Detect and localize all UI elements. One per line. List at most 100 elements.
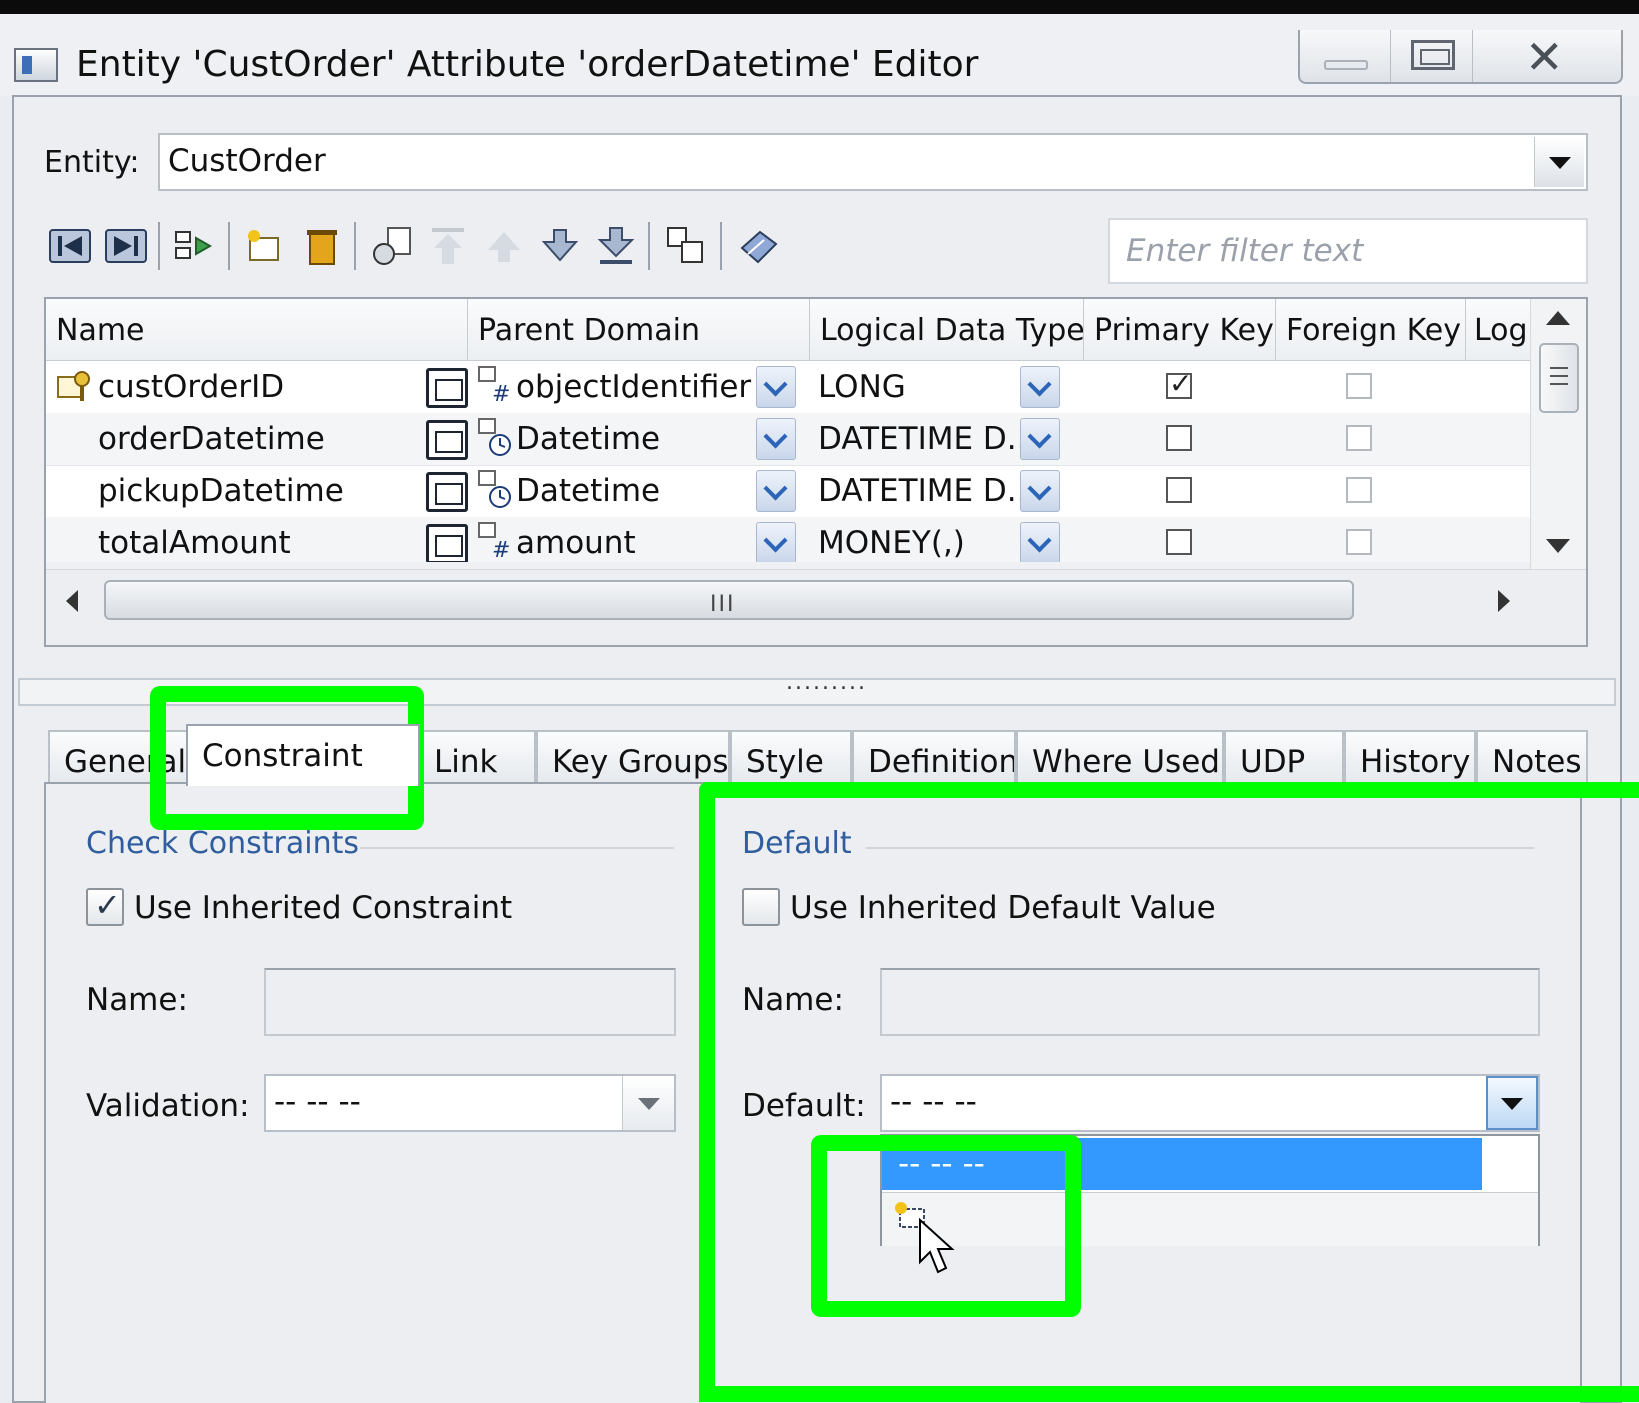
minimize-icon xyxy=(1324,60,1368,70)
use-inherited-default-label: Use Inherited Default Value xyxy=(790,890,1216,926)
tab-style[interactable]: Style xyxy=(730,730,852,786)
delete-icon[interactable] xyxy=(300,224,344,268)
title-bar: Entity 'CustOrder' Attribute 'orderDatet… xyxy=(0,14,1639,96)
horizontal-scroll-thumb[interactable]: III xyxy=(104,580,1354,620)
type-dropdown-button[interactable] xyxy=(1020,366,1060,408)
chevron-down-icon xyxy=(1027,372,1052,397)
validation-label: Validation: xyxy=(86,1088,250,1124)
entity-dropdown-button[interactable] xyxy=(1534,137,1584,187)
validation-value: -- -- -- xyxy=(274,1084,361,1120)
use-inherited-default-checkbox[interactable] xyxy=(742,888,780,926)
move-up-icon[interactable] xyxy=(482,224,526,268)
foreign-key-checkbox[interactable] xyxy=(1346,425,1372,451)
vertical-scroll-thumb[interactable] xyxy=(1539,343,1579,413)
row-name: orderDatetime xyxy=(98,421,325,457)
foreign-key-checkbox[interactable] xyxy=(1346,529,1372,555)
chevron-down-icon xyxy=(763,372,788,397)
scroll-right-icon[interactable] xyxy=(1498,590,1510,612)
row-type: DATETIME D... xyxy=(818,473,1028,509)
move-icon[interactable] xyxy=(172,224,216,268)
chevron-down-icon xyxy=(1027,476,1052,501)
default-name-field xyxy=(880,968,1540,1036)
move-bottom-icon[interactable] xyxy=(594,224,638,268)
column-header-name[interactable]: Name xyxy=(46,299,468,361)
entity-value: CustOrder xyxy=(168,143,326,179)
tab-history[interactable]: History xyxy=(1344,730,1476,786)
table-row[interactable]: pickupDatetime Datetime DATETIME D... xyxy=(46,465,1532,518)
domain-dropdown-button[interactable] xyxy=(756,418,796,460)
validation-select[interactable]: -- -- -- xyxy=(264,1074,676,1132)
column-header-primary-key[interactable]: Primary Key xyxy=(1084,299,1276,361)
last-icon[interactable] xyxy=(104,224,148,268)
column-header-log[interactable]: Log xyxy=(1466,299,1532,361)
validation-dropdown-button[interactable] xyxy=(622,1076,674,1130)
reorder-icon[interactable] xyxy=(370,224,414,268)
table-row[interactable]: custOrderID # objectIdentifier LONG ✓ xyxy=(46,361,1532,414)
domain-dropdown-button[interactable] xyxy=(756,470,796,512)
domain-dropdown-button[interactable] xyxy=(756,366,796,408)
grid-vertical-scrollbar[interactable] xyxy=(1530,299,1586,569)
scroll-up-icon[interactable] xyxy=(1546,311,1570,325)
attribute-properties-button[interactable] xyxy=(426,524,468,564)
pane-splitter[interactable]: ......... xyxy=(18,670,1616,706)
maximize-button[interactable] xyxy=(1390,30,1472,82)
foreign-key-checkbox[interactable] xyxy=(1346,373,1372,399)
attribute-properties-button[interactable] xyxy=(426,420,468,460)
default-dropdown-button[interactable] xyxy=(1486,1076,1538,1130)
tab-udp[interactable]: UDP xyxy=(1224,730,1344,786)
tab-general[interactable]: General xyxy=(48,730,188,786)
check-icon: ✓ xyxy=(94,886,121,924)
default-dropdown-list: -- -- -- xyxy=(880,1134,1540,1246)
screen-top-edge xyxy=(0,0,1639,14)
column-header-parent-domain[interactable]: Parent Domain xyxy=(468,299,810,361)
chevron-down-icon xyxy=(638,1098,660,1110)
attribute-properties-button[interactable] xyxy=(426,368,468,408)
dropdown-option-none[interactable]: -- -- -- xyxy=(882,1138,1482,1190)
tab-notes[interactable]: Notes xyxy=(1476,730,1588,786)
tab-where-used[interactable]: Where Used xyxy=(1016,730,1224,786)
close-button[interactable]: ✕ xyxy=(1472,30,1623,84)
default-value: -- -- -- xyxy=(890,1084,977,1120)
type-dropdown-button[interactable] xyxy=(1020,522,1060,564)
move-top-icon[interactable] xyxy=(426,224,470,268)
domain-dropdown-button[interactable] xyxy=(756,522,796,564)
first-icon[interactable] xyxy=(48,224,92,268)
default-title: Default xyxy=(742,826,852,861)
tab-link[interactable]: Link xyxy=(418,730,536,786)
entity-select[interactable]: CustOrder xyxy=(158,133,1588,191)
primary-key-checkbox[interactable]: ✓ xyxy=(1166,367,1192,400)
tab-constraint[interactable]: Constraint xyxy=(186,724,420,786)
minimize-button[interactable] xyxy=(1300,30,1390,82)
type-dropdown-button[interactable] xyxy=(1020,470,1060,512)
constraint-name-field xyxy=(264,968,676,1036)
grid-horizontal-scrollbar[interactable]: III xyxy=(46,569,1586,645)
window-icon[interactable] xyxy=(14,48,58,82)
use-inherited-constraint-checkbox[interactable]: ✓ xyxy=(86,886,124,926)
scroll-left-icon[interactable] xyxy=(66,590,78,612)
tab-definition[interactable]: Definition xyxy=(852,730,1016,786)
primary-key-checkbox[interactable] xyxy=(1166,529,1192,555)
column-header-logical-data-type[interactable]: Logical Data Type xyxy=(810,299,1084,361)
tab-key-groups[interactable]: Key Groups xyxy=(536,730,730,786)
eraser-icon[interactable] xyxy=(736,224,780,268)
window-controls: ✕ xyxy=(1298,30,1623,84)
key-icon xyxy=(57,371,90,401)
primary-key-checkbox[interactable] xyxy=(1166,477,1192,503)
move-down-icon[interactable] xyxy=(538,224,582,268)
primary-key-checkbox[interactable] xyxy=(1166,425,1192,451)
new-attribute-icon[interactable] xyxy=(242,224,286,268)
scroll-down-icon[interactable] xyxy=(1546,539,1570,553)
table-row[interactable]: orderDatetime Datetime DATETIME D... xyxy=(46,413,1532,466)
filter-input[interactable] xyxy=(1110,220,1586,282)
attribute-properties-button[interactable] xyxy=(426,472,468,512)
row-name: pickupDatetime xyxy=(98,473,344,509)
dropdown-option-new[interactable] xyxy=(882,1192,1538,1246)
foreign-key-checkbox[interactable] xyxy=(1346,477,1372,503)
close-icon: ✕ xyxy=(1525,30,1564,84)
group-divider xyxy=(866,847,1534,849)
default-select[interactable]: -- -- -- xyxy=(880,1074,1540,1132)
column-header-foreign-key[interactable]: Foreign Key xyxy=(1276,299,1466,361)
chevron-down-icon xyxy=(1027,528,1052,553)
copy-icon[interactable] xyxy=(664,224,708,268)
type-dropdown-button[interactable] xyxy=(1020,418,1060,460)
